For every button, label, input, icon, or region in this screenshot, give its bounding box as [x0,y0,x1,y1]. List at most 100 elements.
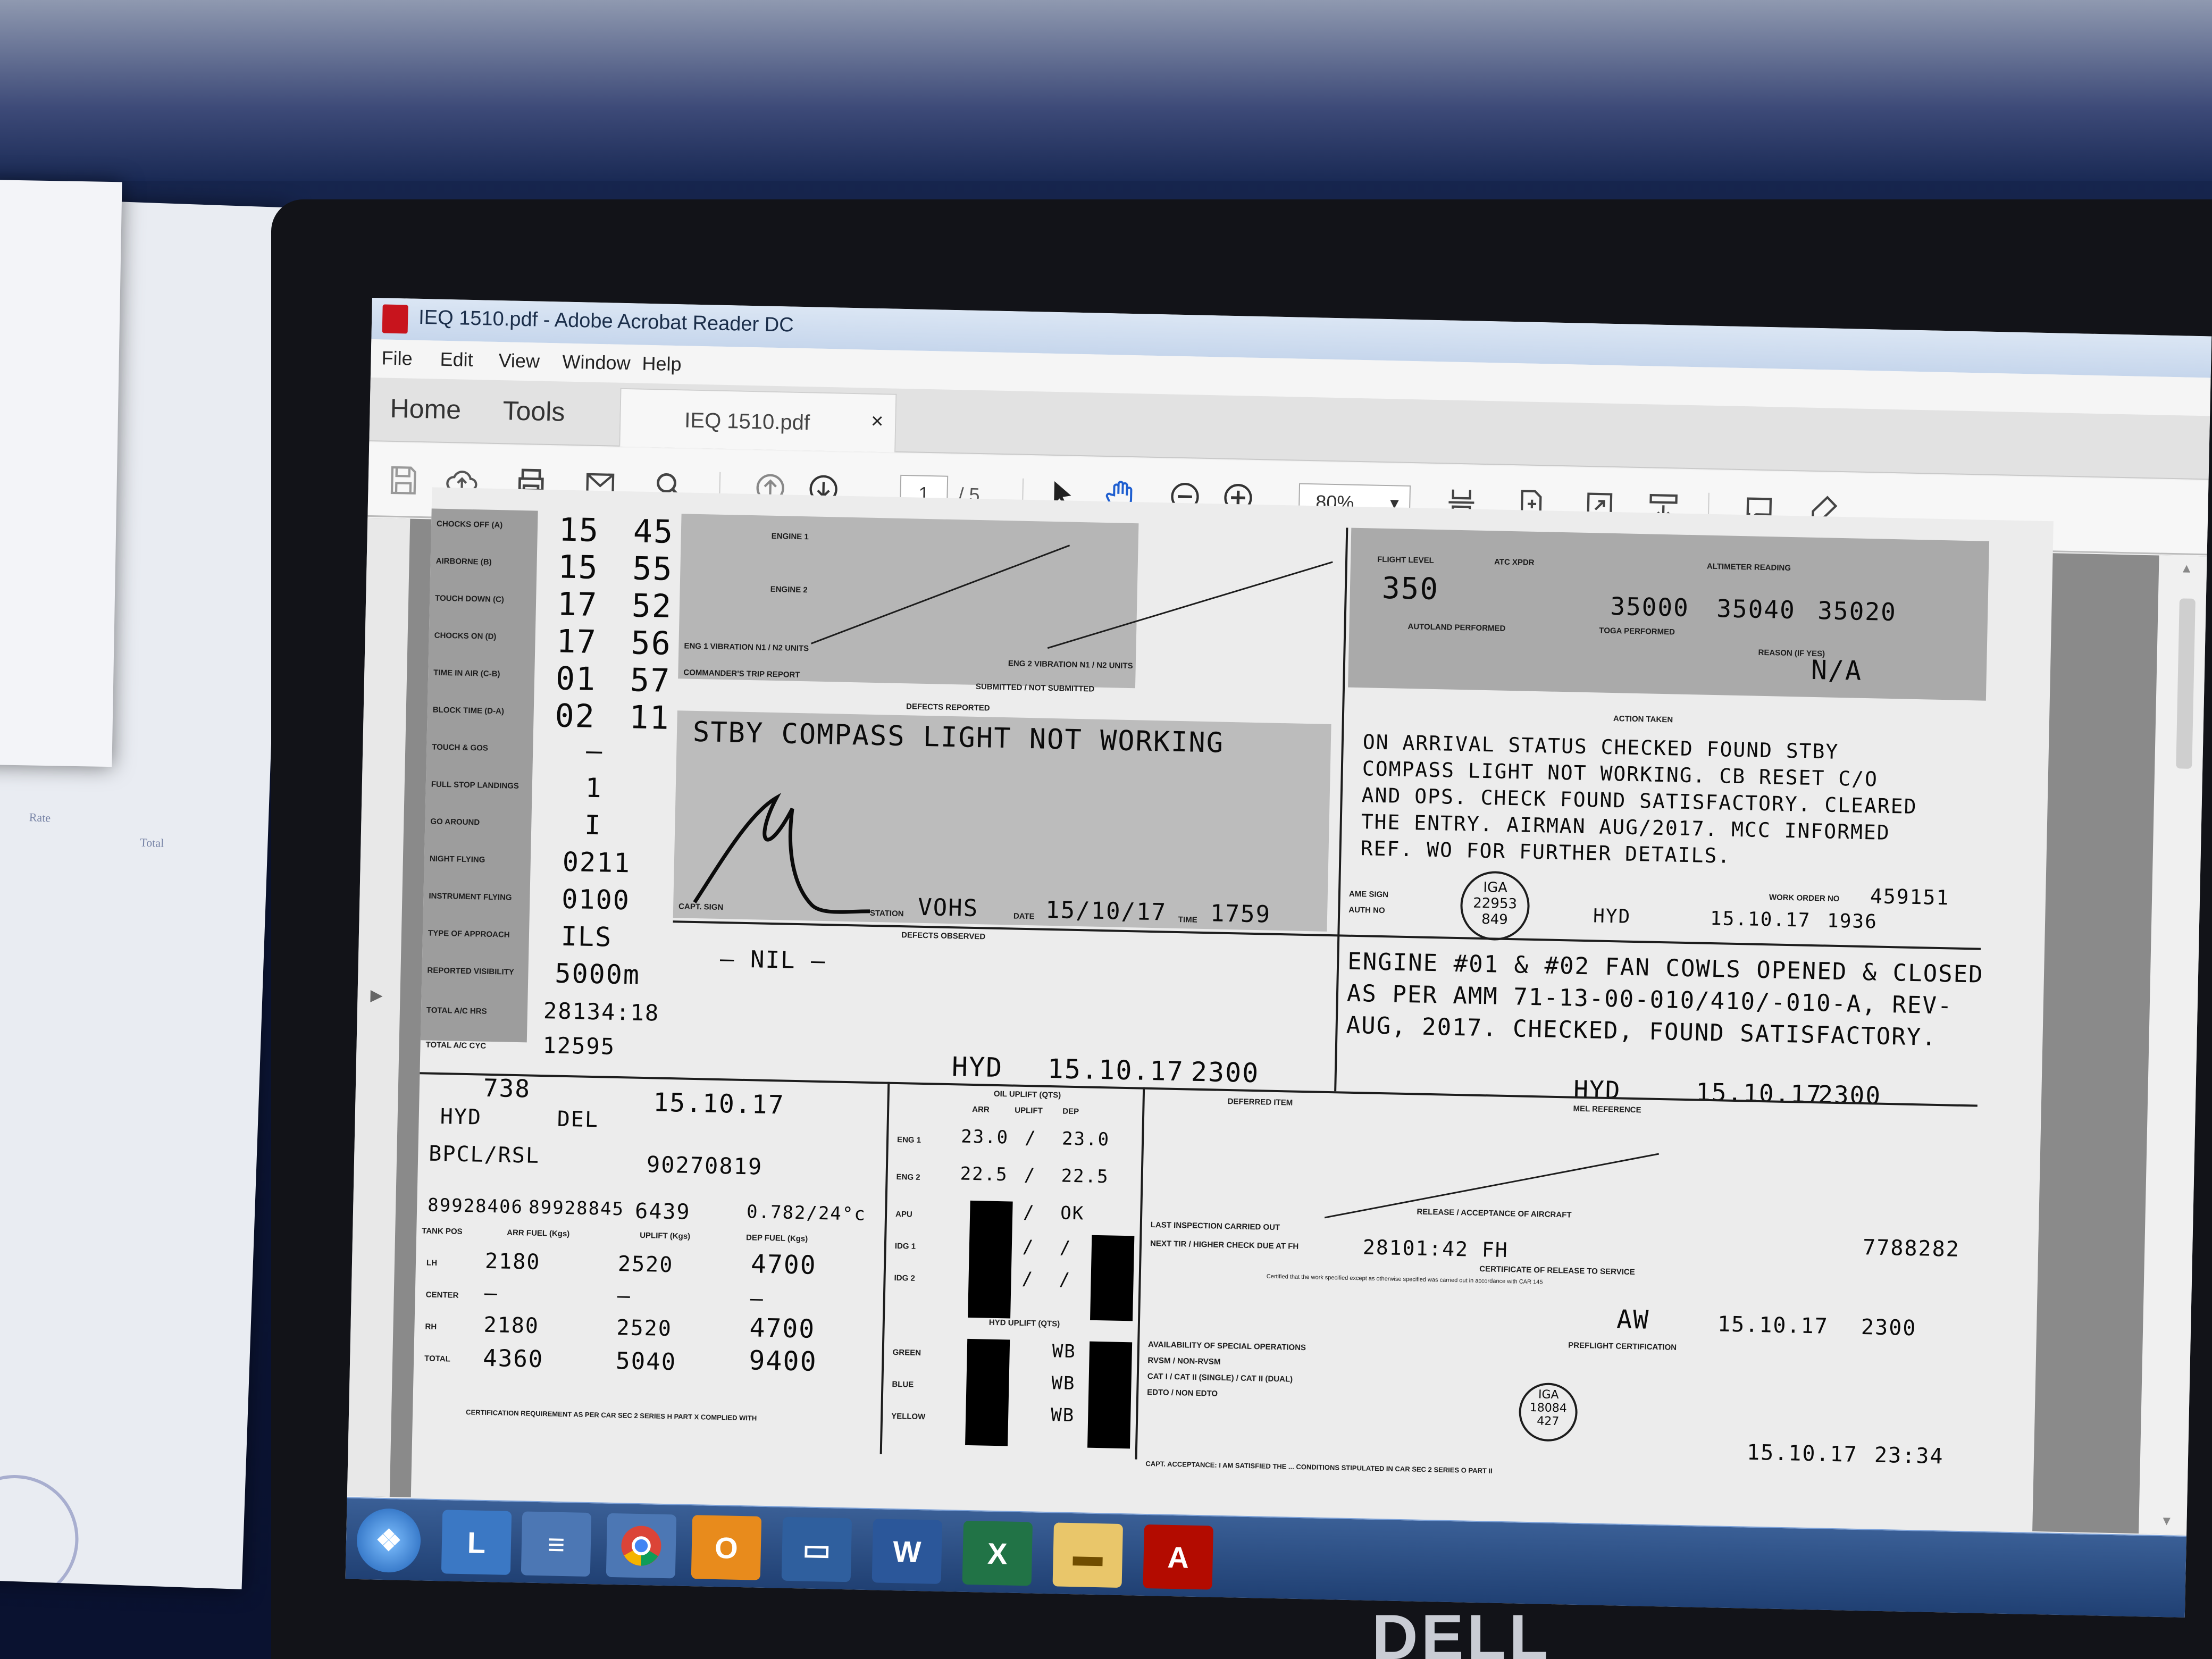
flight-level-value: 350 [1381,571,1439,607]
oil-position: ENG 2 [896,1172,920,1182]
preflight-cert-label: PREFLIGHT CERTIFICATION [1568,1340,1677,1352]
chrome-icon[interactable] [606,1513,677,1579]
departure-fuel: — [750,1286,765,1311]
word-icon[interactable]: W [872,1519,943,1584]
count-label: FULL STOP LANDINGS [431,780,520,791]
defects-observed-header: DEFECTS OBSERVED [901,931,986,942]
oil-arrival: 22.5 [960,1163,1009,1186]
count-label: GO AROUND [430,817,480,827]
captain-signature [693,793,870,914]
taskbar-app-icon[interactable]: ≡ [521,1511,592,1577]
hyd-value: WB [1050,1404,1075,1427]
departure-fuel: 4700 [749,1313,816,1344]
flight-level-label: FLIGHT LEVEL [1377,555,1434,565]
deferred-item-header: DEFERRED ITEM [1227,1097,1293,1108]
bottom-certification: CERTIFICATION REQUIREMENT AS PER CAR SEC… [465,1408,757,1422]
observed-station: HYD [951,1051,1003,1084]
action-line: AUG, 2017. CHECKED, FOUND SATISFACTORY. [1346,1011,1938,1051]
count-label: TOTAL A/C CYC [425,1040,487,1051]
count-value: 1 [585,772,603,804]
acrobat-window: IEQ 1510.pdf - Adobe Acrobat Reader DC F… [345,298,2212,1618]
lt-number: 738 [483,1073,531,1103]
fuel-company: BPCL/RSL [428,1141,540,1168]
time-minutes: 45 [633,513,674,551]
folder-icon[interactable]: ▬ [1052,1522,1124,1588]
menu-edit[interactable]: Edit [440,348,473,371]
specific-gravity: 0.782/24°c [746,1201,867,1225]
fuel-header: DEP FUEL (Kgs) [745,1233,808,1244]
fuel-header: TANK POS [422,1226,463,1236]
save-icon[interactable] [384,461,423,500]
oil-departure: / [1059,1269,1071,1291]
outlook-icon[interactable]: O [691,1515,762,1580]
fuel-header: ARR FUEL (Kgs) [507,1228,570,1239]
stamp-line: IGA [1483,879,1508,896]
start-button-icon[interactable]: ❖ [356,1507,422,1573]
window-title: IEQ 1510.pdf - Adobe Acrobat Reader DC [418,306,794,337]
document-viewport[interactable]: ▶ ▲ ▼ CHOCKS OFF (A) 15 45 AIRBORNE (B) … [347,487,2207,1547]
document-tab[interactable]: IEQ 1510.pdf × [619,388,897,453]
release-work-order: 7788282 [1862,1235,1960,1262]
engineer-stamp: IGA 22953 849 [1460,870,1530,941]
submitted-label: SUBMITTED / NOT SUBMITTED [975,682,1095,694]
uplift-fuel: — [617,1284,632,1309]
count-label: TYPE OF APPROACH [428,928,510,940]
departure-fuel: 4700 [750,1249,817,1280]
scrollbar-thumb[interactable] [2176,598,2196,769]
action-station: HYD [1593,905,1631,928]
expand-pane-icon[interactable]: ▶ [370,986,383,1004]
auth-no-label: AUTH NO [1348,905,1385,916]
menu-window[interactable]: Window [562,351,631,375]
cat-label: CAT I / CAT II (SINGLE) / CAT II (DUAL) [1147,1371,1293,1384]
fuel-date: 15.10.17 [652,1087,785,1120]
defect-station: VOHS [917,893,979,923]
hyd-system: GREEN [892,1347,921,1358]
oil-uplift: / [1021,1268,1034,1290]
special-ops-label: AVAILABILITY OF SPECIAL OPERATIONS [1147,1339,1306,1353]
observed-time: 2300 [1191,1056,1260,1089]
time-label: BLOCK TIME (D-A) [432,705,505,716]
action-taken-header: ACTION TAKEN [1613,714,1673,725]
action2-time: 2300 [1817,1080,1882,1110]
scroll-up-icon[interactable]: ▲ [2180,561,2193,576]
nil-entry: — NIL — [719,945,827,975]
to-station: DEL [557,1107,599,1133]
tab-tools[interactable]: Tools [502,395,565,427]
count-label: INSTRUMENT FLYING [429,891,512,902]
remote-desktop-icon[interactable]: ▭ [781,1516,852,1582]
menu-help[interactable]: Help [642,353,682,376]
defect-time: 1759 [1210,900,1271,928]
fuel-header: UPLIFT (Kgs) [640,1230,691,1241]
count-value: ILS [560,920,613,953]
oil-position: ENG 1 [896,1135,921,1145]
lync-app-icon[interactable]: L [441,1510,512,1575]
action-date: 15.10.17 [1710,907,1811,932]
tab-home[interactable]: Home [390,393,462,425]
hyd-system: YELLOW [891,1411,926,1422]
scroll-down-icon[interactable]: ▼ [2160,1514,2173,1529]
count-value: 0100 [561,883,631,916]
hyd-value: WB [1052,1340,1077,1363]
acrobat-taskbar-icon[interactable]: A [1143,1524,1213,1590]
count-value: 0211 [562,846,631,879]
action2-station: HYD [1573,1075,1621,1105]
menu-view[interactable]: View [498,349,540,373]
toga-label: TOGA PERFORMED [1599,626,1675,637]
time-hours: 17 [556,623,598,661]
tank-position: LH [426,1258,438,1268]
uplift-fuel: 2520 [617,1252,674,1278]
count-label: NIGHT FLYING [429,854,485,865]
oil-departure: 23.0 [1061,1128,1110,1151]
oil-departure: 22.5 [1061,1165,1109,1188]
close-tab-icon[interactable]: × [871,409,884,433]
next-check-label: NEXT TIR / HIGHER CHECK DUE AT FH [1150,1239,1299,1251]
count-label: TOTAL A/C HRS [426,1006,487,1016]
hyd-value: WB [1051,1372,1076,1395]
time-field-label: TIME [1178,915,1197,925]
oil-col: DEP [1062,1107,1079,1117]
excel-icon[interactable]: X [962,1520,1033,1586]
stamp-line: IGA [1538,1388,1559,1402]
oil-uplift-header: OIL UPLIFT (QTS) [993,1089,1061,1100]
menu-file[interactable]: File [381,347,413,370]
uplift-fuel: 5040 [615,1347,677,1376]
